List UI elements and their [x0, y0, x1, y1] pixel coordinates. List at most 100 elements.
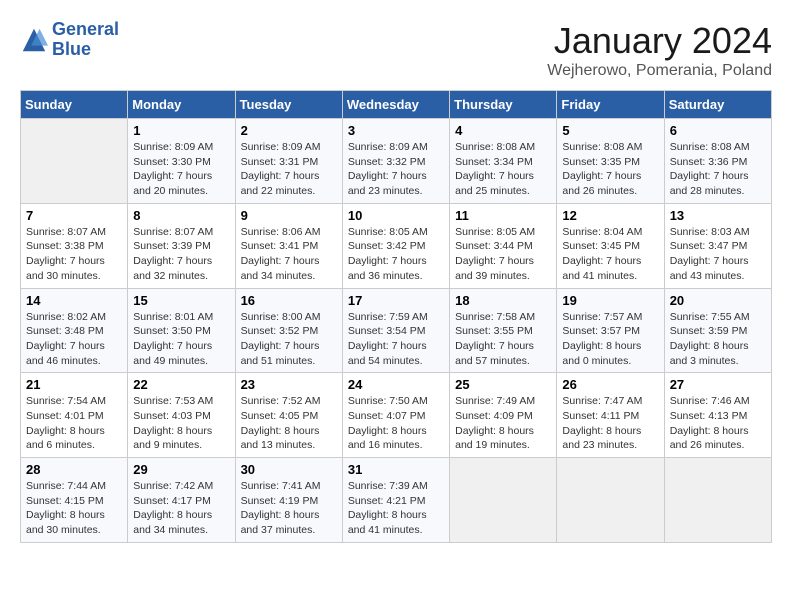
day-info: Sunrise: 8:01 AM Sunset: 3:50 PM Dayligh…: [133, 310, 229, 369]
day-info: Sunrise: 8:08 AM Sunset: 3:36 PM Dayligh…: [670, 140, 766, 199]
day-number: 8: [133, 208, 229, 223]
calendar-cell: 21 Sunrise: 7:54 AM Sunset: 4:01 PM Dayli…: [21, 373, 128, 458]
calendar-cell: 26 Sunrise: 7:47 AM Sunset: 4:11 PM Dayli…: [557, 373, 664, 458]
calendar-week-row: 21 Sunrise: 7:54 AM Sunset: 4:01 PM Dayli…: [21, 373, 772, 458]
calendar-cell: 25 Sunrise: 7:49 AM Sunset: 4:09 PM Dayli…: [450, 373, 557, 458]
calendar-cell: 23Sunrise: 7:52 AM Sunset: 4:05 PM Dayli…: [235, 373, 342, 458]
day-number: 29: [133, 462, 229, 477]
day-number: 12: [562, 208, 658, 223]
day-info: Sunrise: 7:54 AM Sunset: 4:01 PM Dayligh…: [26, 394, 122, 453]
calendar-cell: 5 Sunrise: 8:08 AM Sunset: 3:35 PM Daylig…: [557, 119, 664, 204]
day-number: 24: [348, 377, 444, 392]
day-number: 17: [348, 293, 444, 308]
calendar-cell: 12Sunrise: 8:04 AM Sunset: 3:45 PM Dayli…: [557, 203, 664, 288]
day-info: Sunrise: 7:55 AM Sunset: 3:59 PM Dayligh…: [670, 310, 766, 369]
weekday-header: Friday: [557, 91, 664, 119]
day-info: Sunrise: 7:42 AM Sunset: 4:17 PM Dayligh…: [133, 479, 229, 538]
day-info: Sunrise: 7:44 AM Sunset: 4:15 PM Dayligh…: [26, 479, 122, 538]
day-number: 10: [348, 208, 444, 223]
day-number: 31: [348, 462, 444, 477]
logo: General Blue: [20, 20, 119, 60]
calendar-cell: 8 Sunrise: 8:07 AM Sunset: 3:39 PM Daylig…: [128, 203, 235, 288]
day-info: Sunrise: 8:00 AM Sunset: 3:52 PM Dayligh…: [241, 310, 337, 369]
title-block: January 2024 Wejherowo, Pomerania, Polan…: [547, 20, 772, 80]
calendar-cell: 13Sunrise: 8:03 AM Sunset: 3:47 PM Dayli…: [664, 203, 771, 288]
calendar-cell: 9 Sunrise: 8:06 AM Sunset: 3:41 PM Daylig…: [235, 203, 342, 288]
weekday-header: Wednesday: [342, 91, 449, 119]
logo-icon: [20, 26, 48, 54]
day-info: Sunrise: 7:53 AM Sunset: 4:03 PM Dayligh…: [133, 394, 229, 453]
day-info: Sunrise: 7:39 AM Sunset: 4:21 PM Dayligh…: [348, 479, 444, 538]
day-info: Sunrise: 7:49 AM Sunset: 4:09 PM Dayligh…: [455, 394, 551, 453]
day-number: 3: [348, 123, 444, 138]
calendar-cell: [557, 458, 664, 543]
day-number: 18: [455, 293, 551, 308]
calendar-cell: 22 Sunrise: 7:53 AM Sunset: 4:03 PM Dayli…: [128, 373, 235, 458]
calendar-cell: 11 Sunrise: 8:05 AM Sunset: 3:44 PM Dayli…: [450, 203, 557, 288]
day-number: 26: [562, 377, 658, 392]
calendar-cell: [21, 119, 128, 204]
day-number: 11: [455, 208, 551, 223]
calendar-cell: 16 Sunrise: 8:00 AM Sunset: 3:52 PM Dayli…: [235, 288, 342, 373]
day-number: 15: [133, 293, 229, 308]
day-number: 21: [26, 377, 122, 392]
day-info: Sunrise: 7:41 AM Sunset: 4:19 PM Dayligh…: [241, 479, 337, 538]
day-info: Sunrise: 8:08 AM Sunset: 3:35 PM Dayligh…: [562, 140, 658, 199]
day-number: 19: [562, 293, 658, 308]
logo-text: General Blue: [52, 20, 119, 60]
day-info: Sunrise: 8:09 AM Sunset: 3:31 PM Dayligh…: [241, 140, 337, 199]
calendar-week-row: 28 Sunrise: 7:44 AM Sunset: 4:15 PM Dayli…: [21, 458, 772, 543]
day-number: 22: [133, 377, 229, 392]
day-number: 7: [26, 208, 122, 223]
calendar-week-row: 14Sunrise: 8:02 AM Sunset: 3:48 PM Dayli…: [21, 288, 772, 373]
calendar-cell: 18Sunrise: 7:58 AM Sunset: 3:55 PM Dayli…: [450, 288, 557, 373]
day-info: Sunrise: 8:03 AM Sunset: 3:47 PM Dayligh…: [670, 225, 766, 284]
day-number: 16: [241, 293, 337, 308]
calendar-cell: 27Sunrise: 7:46 AM Sunset: 4:13 PM Dayli…: [664, 373, 771, 458]
weekday-header: Thursday: [450, 91, 557, 119]
calendar-cell: [664, 458, 771, 543]
day-info: Sunrise: 7:46 AM Sunset: 4:13 PM Dayligh…: [670, 394, 766, 453]
day-number: 4: [455, 123, 551, 138]
calendar-cell: 29 Sunrise: 7:42 AM Sunset: 4:17 PM Dayli…: [128, 458, 235, 543]
day-number: 25: [455, 377, 551, 392]
calendar-cell: 20Sunrise: 7:55 AM Sunset: 3:59 PM Dayli…: [664, 288, 771, 373]
day-info: Sunrise: 7:57 AM Sunset: 3:57 PM Dayligh…: [562, 310, 658, 369]
day-number: 30: [241, 462, 337, 477]
calendar-cell: 17Sunrise: 7:59 AM Sunset: 3:54 PM Dayli…: [342, 288, 449, 373]
calendar-header-row: SundayMondayTuesdayWednesdayThursdayFrid…: [21, 91, 772, 119]
calendar-cell: 6 Sunrise: 8:08 AM Sunset: 3:36 PM Daylig…: [664, 119, 771, 204]
weekday-header: Monday: [128, 91, 235, 119]
calendar-cell: 28 Sunrise: 7:44 AM Sunset: 4:15 PM Dayli…: [21, 458, 128, 543]
weekday-header: Saturday: [664, 91, 771, 119]
day-info: Sunrise: 8:07 AM Sunset: 3:39 PM Dayligh…: [133, 225, 229, 284]
day-info: Sunrise: 7:50 AM Sunset: 4:07 PM Dayligh…: [348, 394, 444, 453]
day-info: Sunrise: 8:06 AM Sunset: 3:41 PM Dayligh…: [241, 225, 337, 284]
calendar-cell: 15 Sunrise: 8:01 AM Sunset: 3:50 PM Dayli…: [128, 288, 235, 373]
calendar-cell: 3 Sunrise: 8:09 AM Sunset: 3:32 PM Daylig…: [342, 119, 449, 204]
day-info: Sunrise: 8:05 AM Sunset: 3:42 PM Dayligh…: [348, 225, 444, 284]
day-info: Sunrise: 8:02 AM Sunset: 3:48 PM Dayligh…: [26, 310, 122, 369]
day-number: 5: [562, 123, 658, 138]
calendar-cell: 30 Sunrise: 7:41 AM Sunset: 4:19 PM Dayli…: [235, 458, 342, 543]
day-info: Sunrise: 8:08 AM Sunset: 3:34 PM Dayligh…: [455, 140, 551, 199]
day-number: 9: [241, 208, 337, 223]
day-number: 23: [241, 377, 337, 392]
day-number: 2: [241, 123, 337, 138]
page-header: General Blue January 2024 Wejherowo, Pom…: [20, 20, 772, 80]
day-info: Sunrise: 7:47 AM Sunset: 4:11 PM Dayligh…: [562, 394, 658, 453]
calendar-body: 1 Sunrise: 8:09 AM Sunset: 3:30 PM Daylig…: [21, 119, 772, 543]
calendar-cell: 10 Sunrise: 8:05 AM Sunset: 3:42 PM Dayli…: [342, 203, 449, 288]
calendar-cell: 7Sunrise: 8:07 AM Sunset: 3:38 PM Daylig…: [21, 203, 128, 288]
calendar-cell: 14Sunrise: 8:02 AM Sunset: 3:48 PM Dayli…: [21, 288, 128, 373]
day-number: 1: [133, 123, 229, 138]
day-info: Sunrise: 8:09 AM Sunset: 3:32 PM Dayligh…: [348, 140, 444, 199]
calendar-cell: 19 Sunrise: 7:57 AM Sunset: 3:57 PM Dayli…: [557, 288, 664, 373]
calendar-cell: 2 Sunrise: 8:09 AM Sunset: 3:31 PM Daylig…: [235, 119, 342, 204]
weekday-header: Tuesday: [235, 91, 342, 119]
day-number: 6: [670, 123, 766, 138]
day-info: Sunrise: 8:05 AM Sunset: 3:44 PM Dayligh…: [455, 225, 551, 284]
calendar-cell: [450, 458, 557, 543]
day-number: 28: [26, 462, 122, 477]
day-info: Sunrise: 8:09 AM Sunset: 3:30 PM Dayligh…: [133, 140, 229, 199]
